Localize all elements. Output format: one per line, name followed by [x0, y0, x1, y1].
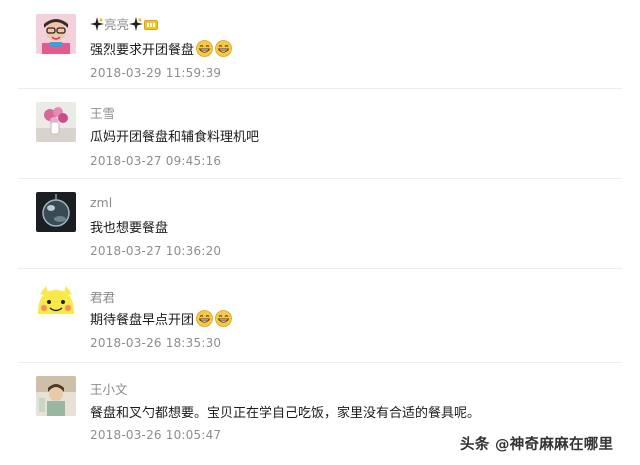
- comment-list: 亮亮 强烈要求开团餐盘 2018-03-29 11:59:39 王雪 瓜妈开团餐…: [0, 0, 640, 465]
- comment-item: 王雪 瓜妈开团餐盘和辅食料理机吧 2018-03-27 09:45:16: [0, 92, 640, 184]
- avatar[interactable]: [36, 102, 76, 142]
- grinning-face-icon: [196, 310, 213, 327]
- comment-author[interactable]: zml: [90, 195, 112, 210]
- comment-author[interactable]: 君君: [90, 287, 115, 306]
- comment-text-content: 强烈要求开团餐盘: [90, 43, 195, 58]
- comment-timestamp: 2018-03-27 10:36:20: [90, 244, 222, 258]
- sparkle-icon: [90, 17, 104, 31]
- divider: [18, 268, 622, 269]
- grinning-face-icon: [215, 40, 232, 57]
- sparkle-icon: [129, 17, 144, 31]
- comment-text: 餐盘和叉勺都想要。宝贝正在学自己吃饭，家里没有合适的餐具呢。: [90, 406, 481, 421]
- avatar[interactable]: [36, 284, 76, 324]
- watermark: 头条 @神奇麻麻在哪里: [460, 437, 614, 453]
- comment-author[interactable]: 王雪: [90, 103, 115, 122]
- comment-item: 君君 期待餐盘早点开团 2018-03-26 18:35:30: [0, 272, 640, 366]
- comment-section: 亮亮 强烈要求开团餐盘 2018-03-29 11:59:39 王雪 瓜妈开团餐…: [0, 0, 640, 465]
- comment-timestamp: 2018-03-29 11:59:39: [90, 66, 222, 80]
- divider: [18, 362, 622, 363]
- comment-timestamp: 2018-03-26 10:05:47: [90, 428, 222, 442]
- comment-author[interactable]: 亮亮: [90, 14, 159, 33]
- grinning-face-icon: [215, 310, 232, 327]
- comment-text: 我也想要餐盘: [90, 221, 169, 236]
- level-badge-icon: [144, 18, 159, 30]
- comment-text: 强烈要求开团餐盘: [90, 39, 232, 58]
- comment-timestamp: 2018-03-27 09:45:16: [90, 154, 222, 168]
- comment-text: 期待餐盘早点开团: [90, 309, 232, 328]
- comment-item: 亮亮 强烈要求开团餐盘 2018-03-29 11:59:39: [0, 0, 640, 92]
- comment-text: 瓜妈开团餐盘和辅食料理机吧: [90, 130, 260, 145]
- divider: [18, 178, 622, 179]
- author-name: 亮亮: [104, 17, 130, 32]
- avatar[interactable]: [36, 376, 76, 416]
- comment-text-content: 期待餐盘早点开团: [90, 313, 195, 328]
- avatar[interactable]: [36, 14, 76, 54]
- divider: [18, 88, 622, 89]
- avatar[interactable]: [36, 192, 76, 232]
- comment-item: zml 我也想要餐盘 2018-03-27 10:36:20: [0, 181, 640, 273]
- comment-author[interactable]: 王小文: [90, 379, 128, 398]
- grinning-face-icon: [196, 40, 213, 57]
- comment-timestamp: 2018-03-26 18:35:30: [90, 336, 222, 350]
